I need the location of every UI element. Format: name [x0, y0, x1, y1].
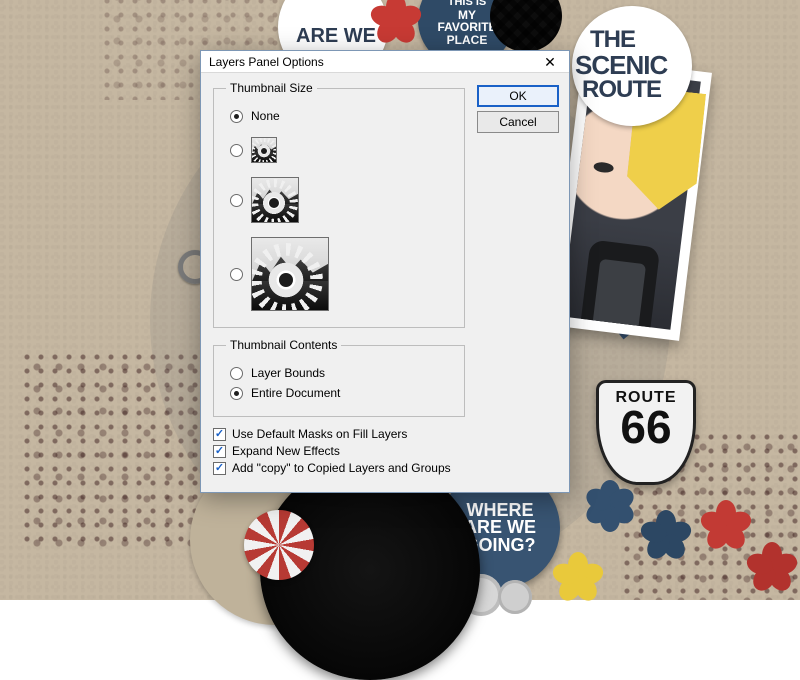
checkbox-add-copy[interactable]: [213, 462, 226, 475]
layers-panel-options-dialog: Layers Panel Options ✕ Thumbnail Size No…: [200, 50, 570, 493]
thumbnail-size-group: Thumbnail Size None: [213, 81, 465, 328]
dialog-titlebar[interactable]: Layers Panel Options ✕: [201, 51, 569, 73]
chk-add-copy-row[interactable]: Add "copy" to Copied Layers and Groups: [213, 461, 465, 475]
radio-layer-bounds[interactable]: [230, 367, 243, 380]
favorite-text-1: THIS IS: [440, 0, 494, 7]
radio-thumb-large[interactable]: [230, 268, 243, 281]
scenic-text-the: THE: [590, 30, 635, 50]
checkbox-default-masks[interactable]: [213, 428, 226, 441]
contents-layer-bounds-row[interactable]: Layer Bounds: [230, 366, 452, 380]
button-disc: [498, 580, 532, 614]
face-eye: [593, 161, 614, 173]
thumbnail-size-legend: Thumbnail Size: [226, 81, 317, 95]
thumb-none-label: None: [251, 109, 280, 123]
cancel-button[interactable]: Cancel: [477, 111, 559, 133]
ok-button-label: OK: [509, 89, 526, 103]
scenic-text-route: ROUTE: [582, 80, 661, 100]
thumb-preview-large: [251, 237, 329, 311]
close-icon: ✕: [544, 55, 556, 69]
going-line-2: ARE WE: [464, 519, 536, 536]
route-shield: ROUTE 66: [596, 380, 696, 485]
favorite-text-2: MY: [440, 10, 494, 20]
radio-thumb-small[interactable]: [230, 144, 243, 157]
flower-red: [700, 500, 752, 552]
flower-red: [746, 542, 798, 594]
favorite-text-4: PLACE: [440, 35, 494, 45]
thumb-size-small-row[interactable]: [230, 137, 452, 163]
radio-entire-document[interactable]: [230, 387, 243, 400]
phone-prop: [576, 239, 660, 329]
thumbnail-contents-group: Thumbnail Contents Layer Bounds Entire D…: [213, 338, 465, 417]
are-we-text: ARE WE: [296, 28, 376, 45]
flower-red: [370, 0, 422, 46]
chk-default-masks-row[interactable]: Use Default Masks on Fill Layers: [213, 427, 465, 441]
chk-expand-effects-label: Expand New Effects: [232, 444, 340, 458]
contents-entire-doc-row[interactable]: Entire Document: [230, 386, 452, 400]
chk-default-masks-label: Use Default Masks on Fill Layers: [232, 427, 407, 441]
thumb-preview-small: [251, 137, 277, 163]
thumb-size-large-row[interactable]: [230, 237, 452, 311]
flower-blue: [584, 480, 636, 532]
thumb-size-none-row[interactable]: None: [230, 109, 452, 123]
dialog-title: Layers Panel Options: [209, 55, 533, 69]
flower-yellow: [552, 552, 604, 604]
flower-blue: [640, 510, 692, 562]
cancel-button-label: Cancel: [499, 115, 536, 129]
radio-thumb-none[interactable]: [230, 110, 243, 123]
shield-number: 66: [599, 407, 693, 448]
thumb-preview-medium: [251, 177, 299, 223]
checkbox-expand-effects[interactable]: [213, 445, 226, 458]
thumb-size-medium-row[interactable]: [230, 177, 452, 223]
chk-add-copy-label: Add "copy" to Copied Layers and Groups: [232, 461, 451, 475]
ok-button[interactable]: OK: [477, 85, 559, 107]
entire-document-label: Entire Document: [251, 386, 340, 400]
thumbnail-contents-legend: Thumbnail Contents: [226, 338, 341, 352]
radio-thumb-medium[interactable]: [230, 194, 243, 207]
chk-expand-effects-row[interactable]: Expand New Effects: [213, 444, 465, 458]
close-button[interactable]: ✕: [533, 52, 567, 72]
chip-disc: [244, 510, 314, 580]
layer-bounds-label: Layer Bounds: [251, 366, 325, 380]
scenic-text-scenic: SCENIC: [575, 54, 667, 76]
